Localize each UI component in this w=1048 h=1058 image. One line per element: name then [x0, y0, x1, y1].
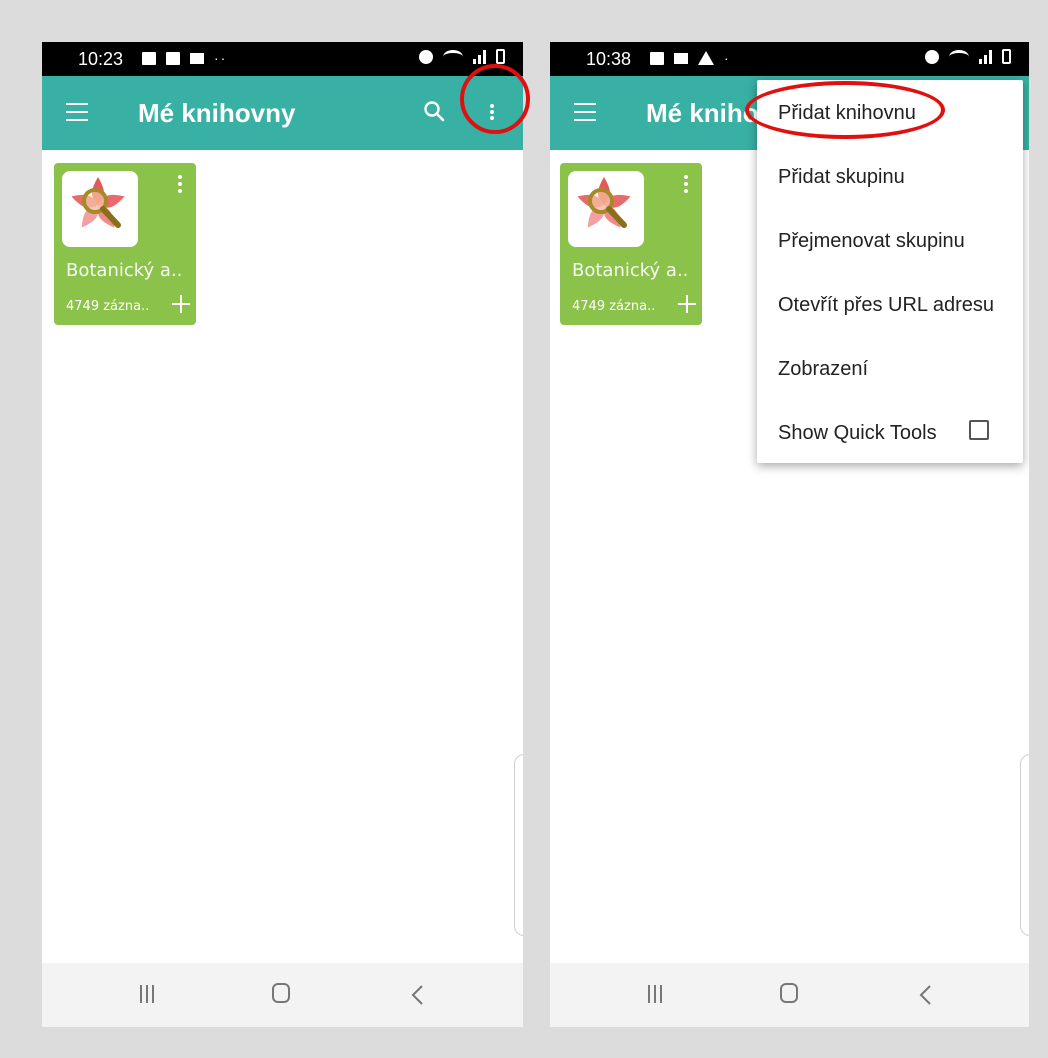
signal-icon — [979, 49, 992, 64]
home-icon[interactable] — [272, 983, 290, 1003]
menu-item-open-url[interactable]: Otevřít přes URL adresu — [757, 272, 1023, 336]
app-bar: Mé knihovny — [42, 76, 523, 150]
card-more-vert-icon[interactable] — [680, 175, 692, 199]
mail-icon — [190, 52, 204, 64]
more-notifications-icon: · — [724, 50, 731, 66]
page-title: Mé knihovny — [138, 98, 296, 128]
wifi-icon — [949, 49, 969, 64]
navigation-bar — [42, 963, 523, 1027]
menu-item-label: Show Quick Tools — [778, 422, 937, 444]
menu-item-rename-group[interactable]: Přejmenovat skupinu — [757, 208, 1023, 272]
menu-item-label: Přidat skupinu — [778, 166, 905, 188]
record-count: 4749 zázna.. — [66, 299, 150, 314]
library-card[interactable]: Botanický a.. 4749 zázna.. — [54, 163, 196, 325]
status-bar: 10:23 ·· — [42, 42, 523, 76]
menu-item-label: Přidat knihovnu — [778, 102, 916, 124]
edge-panel-handle[interactable] — [1020, 754, 1029, 936]
recent-apps-icon[interactable] — [646, 985, 664, 1003]
back-icon[interactable] — [916, 983, 936, 1007]
alarm-icon — [925, 49, 939, 64]
edge-panel-handle[interactable] — [514, 754, 523, 936]
signal-icon — [473, 49, 486, 64]
status-bar: 10:38 · — [550, 42, 1029, 76]
recent-apps-icon[interactable] — [138, 985, 156, 1003]
record-count: 4749 zázna.. — [572, 299, 656, 314]
phone-screen-left: 10:23 ·· Mé knihovny Botanický a.. 4749 … — [42, 42, 523, 1027]
menu-item-label: Zobrazení — [778, 358, 869, 380]
overflow-menu: Přidat knihovnu Přidat skupinu Přejmenov… — [757, 80, 1023, 463]
show-quick-tools-checkbox[interactable] — [969, 420, 989, 440]
phone-screen-right: 10:38 · Mé knihovny Botanický a.. 4749 z… — [550, 42, 1029, 1027]
menu-item-add-library[interactable]: Přidat knihovnu — [757, 80, 1023, 144]
hamburger-icon[interactable] — [66, 103, 88, 121]
battery-icon — [496, 49, 505, 64]
status-time: 10:23 — [78, 49, 124, 69]
navigation-bar — [550, 963, 1029, 1027]
notification-icons: ·· — [142, 50, 227, 66]
library-title: Botanický a.. — [572, 260, 689, 281]
status-time: 10:38 — [586, 49, 632, 69]
system-icons — [925, 49, 1011, 64]
flower-magnifier-logo — [568, 171, 644, 247]
back-icon[interactable] — [408, 983, 428, 1007]
card-more-vert-icon[interactable] — [174, 175, 186, 199]
plus-icon[interactable] — [172, 295, 190, 313]
system-icons — [419, 49, 505, 64]
library-card[interactable]: Botanický a.. 4749 zázna.. — [560, 163, 702, 325]
hamburger-icon[interactable] — [574, 103, 596, 121]
search-icon[interactable] — [422, 99, 446, 123]
plus-icon[interactable] — [678, 295, 696, 313]
menu-item-add-group[interactable]: Přidat skupinu — [757, 144, 1023, 208]
app-notification-icon — [166, 51, 180, 65]
menu-item-show-quick-tools[interactable]: Show Quick Tools — [757, 400, 1023, 464]
warning-icon — [698, 51, 714, 65]
battery-icon — [1002, 49, 1011, 64]
menu-item-view[interactable]: Zobrazení — [757, 336, 1023, 400]
library-title: Botanický a.. — [66, 260, 183, 281]
wifi-icon — [443, 49, 463, 64]
gallery-icon — [142, 51, 156, 65]
mail-icon — [674, 52, 688, 64]
gallery-icon — [650, 51, 664, 65]
notification-icons: · — [650, 50, 731, 66]
flower-magnifier-logo — [62, 171, 138, 247]
menu-item-label: Přejmenovat skupinu — [778, 230, 965, 252]
more-notifications-icon: ·· — [214, 50, 228, 66]
menu-item-label: Otevřít přes URL adresu — [778, 294, 995, 316]
home-icon[interactable] — [780, 983, 798, 1003]
alarm-icon — [419, 49, 433, 64]
more-vert-icon[interactable] — [482, 96, 502, 128]
